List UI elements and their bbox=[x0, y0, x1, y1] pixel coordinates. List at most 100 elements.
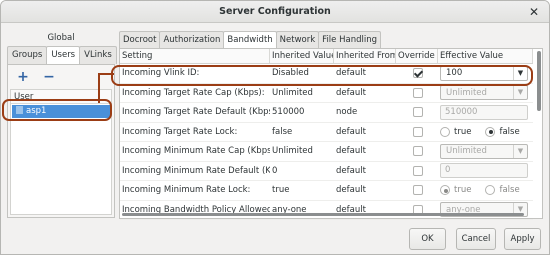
vertical-scrollbar[interactable] bbox=[536, 51, 541, 217]
override-cell bbox=[396, 146, 438, 157]
remove-user-button[interactable]: − bbox=[42, 70, 56, 84]
users-panel: + − User asp1 bbox=[7, 64, 115, 218]
user-name: asp1 bbox=[26, 106, 47, 116]
radio-label: false bbox=[499, 185, 520, 196]
tab-docroot[interactable]: Docroot bbox=[119, 31, 161, 49]
setting-name: Incoming Target Rate Cap (Kbps): bbox=[122, 87, 265, 98]
inherited-value: Unlimited bbox=[272, 146, 313, 157]
chevron-down-icon[interactable]: ▼ bbox=[513, 66, 527, 80]
horizontal-scrollbar[interactable] bbox=[122, 213, 528, 217]
table-row[interactable]: Incoming Target Rate Lock: false default tr… bbox=[120, 123, 533, 142]
override-checkbox[interactable] bbox=[413, 68, 423, 79]
tab-groups[interactable]: Groups bbox=[7, 46, 48, 64]
tab-file-handling[interactable]: File Handling bbox=[318, 31, 381, 49]
effective-value-cell: true false bbox=[438, 126, 533, 137]
chevron-down-icon[interactable]: ▼ bbox=[513, 86, 527, 100]
inherited-from: default bbox=[336, 68, 366, 79]
settings-table: Setting Inherited Value Inherited From O… bbox=[120, 49, 533, 220]
effective-value-combo[interactable]: 100 ▼ bbox=[440, 65, 528, 81]
effective-value-text: 100 bbox=[446, 68, 463, 79]
effective-value-cell: Unlimited ▼ bbox=[438, 143, 533, 159]
column-header-inherited-from[interactable]: Inherited From bbox=[334, 49, 396, 63]
ok-button[interactable]: OK bbox=[409, 228, 446, 250]
table-row[interactable]: Incoming Target Rate Cap (Kbps): Unlimite… bbox=[120, 84, 533, 103]
radio-label: true bbox=[454, 126, 472, 137]
inherited-from: default bbox=[336, 185, 366, 196]
radio-true[interactable] bbox=[440, 185, 450, 196]
effective-value-text: Unlimited bbox=[446, 87, 487, 98]
override-cell bbox=[396, 107, 438, 118]
override-checkbox[interactable] bbox=[413, 165, 423, 176]
inherited-from: default bbox=[336, 165, 366, 176]
user-icon bbox=[16, 106, 23, 114]
override-checkbox[interactable] bbox=[413, 126, 423, 137]
effective-value-cell: 100 ▼ bbox=[438, 65, 533, 81]
override-cell bbox=[396, 126, 438, 137]
column-header-override[interactable]: Override bbox=[396, 49, 438, 63]
close-icon[interactable]: ✕ bbox=[527, 5, 541, 19]
effective-value-radio-group: true false bbox=[440, 126, 533, 137]
tab-vlinks[interactable]: VLinks bbox=[79, 46, 117, 64]
override-cell bbox=[396, 185, 438, 196]
user-tools: + − bbox=[16, 70, 56, 84]
right-tab-bar: Docroot Authorization Bandwidth Network … bbox=[119, 31, 381, 50]
table-row[interactable]: Incoming Vlink ID: Disabled default 100 ▼ bbox=[120, 64, 533, 84]
cancel-button[interactable]: Cancel bbox=[456, 228, 496, 250]
left-panel: Global Groups Users VLinks + − User asp1 bbox=[7, 30, 117, 218]
tab-authorization[interactable]: Authorization bbox=[159, 31, 225, 49]
setting-name: Incoming Minimum Rate Lock: bbox=[122, 185, 251, 196]
setting-name: Incoming Minimum Rate Cap (Kbps): bbox=[122, 146, 270, 157]
horizontal-scroll-thumb[interactable] bbox=[122, 213, 524, 216]
user-row-asp1[interactable]: asp1 bbox=[12, 105, 110, 118]
effective-value-cell: 0 bbox=[438, 163, 533, 179]
setting-name: Incoming Target Rate Default (Kbps): bbox=[122, 107, 270, 118]
effective-value-combo[interactable]: Unlimited ▼ bbox=[440, 85, 528, 101]
table-row[interactable]: Incoming Minimum Rate Lock: true default tr… bbox=[120, 181, 533, 201]
column-header-inherited-value[interactable]: Inherited Value bbox=[270, 49, 334, 63]
bandwidth-panel: Setting Inherited Value Inherited From O… bbox=[119, 48, 543, 220]
table-row[interactable]: Incoming Bandwidth Policy Allowed: any-on… bbox=[120, 201, 533, 220]
radio-true[interactable] bbox=[440, 126, 450, 137]
effective-value-entry[interactable]: 510000 bbox=[440, 104, 528, 120]
override-cell bbox=[396, 165, 438, 176]
override-cell bbox=[396, 68, 438, 79]
tab-network[interactable]: Network bbox=[275, 31, 320, 49]
effective-value-radio-group: true false bbox=[440, 185, 533, 196]
chevron-down-icon[interactable]: ▼ bbox=[513, 144, 527, 158]
override-checkbox[interactable] bbox=[413, 185, 423, 196]
column-header-setting[interactable]: Setting bbox=[120, 49, 270, 63]
override-checkbox[interactable] bbox=[413, 87, 423, 98]
setting-name: Incoming Vlink ID: bbox=[122, 68, 200, 79]
table-row[interactable]: Incoming Minimum Rate Cap (Kbps): Unlimit… bbox=[120, 142, 533, 162]
radio-label: false bbox=[499, 126, 520, 137]
override-checkbox[interactable] bbox=[413, 107, 423, 118]
window-title: Server Configuration bbox=[219, 6, 331, 17]
user-list[interactable]: User asp1 bbox=[10, 89, 112, 215]
left-tab-bar: Groups Users VLinks bbox=[7, 46, 117, 65]
table-row[interactable]: Incoming Minimum Rate Default (Kbps):0de… bbox=[120, 162, 533, 181]
column-header-effective-value[interactable]: Effective Value bbox=[438, 49, 533, 63]
apply-button[interactable]: Apply bbox=[504, 228, 541, 250]
effective-value-entry[interactable]: 0 bbox=[440, 163, 528, 179]
table-body: Incoming Vlink ID: Disabled default 100 ▼ Inc… bbox=[120, 64, 533, 220]
add-user-button[interactable]: + bbox=[16, 70, 30, 84]
inherited-from: default bbox=[336, 87, 366, 98]
effective-value-combo[interactable]: Unlimited ▼ bbox=[440, 143, 528, 159]
radio-false[interactable] bbox=[485, 185, 496, 196]
effective-value-text: Unlimited bbox=[446, 146, 487, 157]
server-configuration-window: Server Configuration ✕ Global Groups Use… bbox=[0, 0, 550, 255]
effective-value-cell: 510000 bbox=[438, 104, 533, 120]
inherited-value: false bbox=[272, 126, 293, 137]
radio-false[interactable] bbox=[485, 126, 496, 137]
override-checkbox[interactable] bbox=[413, 146, 423, 157]
inherited-value: Disabled bbox=[272, 68, 309, 79]
setting-name: Incoming Target Rate Lock: bbox=[122, 126, 238, 137]
vertical-scroll-thumb[interactable] bbox=[537, 51, 541, 111]
title-bar: Server Configuration ✕ bbox=[1, 1, 549, 23]
tab-users[interactable]: Users bbox=[46, 46, 81, 65]
inherited-from: default bbox=[336, 146, 366, 157]
user-list-header[interactable]: User bbox=[11, 90, 111, 104]
table-row[interactable]: Incoming Target Rate Default (Kbps): 5100… bbox=[120, 103, 533, 123]
effective-value-cell: Unlimited ▼ bbox=[438, 85, 533, 101]
table-header: Setting Inherited Value Inherited From O… bbox=[120, 49, 533, 64]
